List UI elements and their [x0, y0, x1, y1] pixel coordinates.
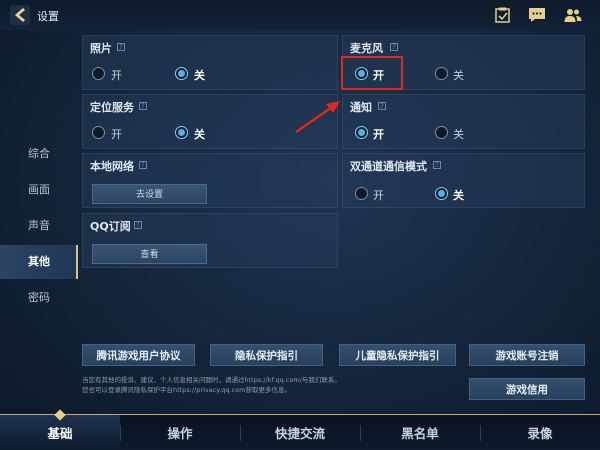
dual-channel-off-label: 关 — [453, 189, 464, 202]
settings-sidebar: 综合 画面 声音 其他 密码 — [0, 137, 78, 327]
photo-on-radio[interactable] — [92, 67, 105, 80]
friends-icon[interactable] — [564, 7, 582, 23]
qq-subscription-panel: QQ订阅 ? 查看 — [82, 213, 338, 268]
help-icon[interactable]: ? — [134, 221, 142, 229]
tab-replay[interactable]: 录像 — [480, 415, 600, 450]
notification-on-radio[interactable] — [355, 126, 368, 139]
local-network-settings-button[interactable]: 去设置 — [92, 184, 207, 204]
child-privacy-button[interactable]: 儿童隐私保护指引 — [339, 344, 456, 366]
microphone-title: 麦克风 — [350, 42, 383, 55]
bottom-tab-bar: 基础 操作 快捷交流 黑名单 录像 — [0, 409, 600, 450]
notice-line-2: 您也可以登录腾讯隐私保护平台https://privacy.qq.com获取更多… — [82, 386, 291, 394]
game-credit-button[interactable]: 游戏信用 — [469, 378, 585, 400]
sidebar-item-other[interactable]: 其他 — [0, 245, 78, 279]
dual-channel-off-radio[interactable] — [435, 187, 448, 200]
notice-line-1: 当您有其他的投诉、建议、个人信息相关问题时，请通过https://kf.qq.c… — [82, 376, 341, 384]
user-agreement-button[interactable]: 腾讯游戏用户协议 — [82, 344, 195, 366]
privacy-notice: 当您有其他的投诉、建议、个人信息相关问题时，请通过https://kf.qq.c… — [82, 375, 462, 395]
help-icon[interactable]: ? — [433, 161, 441, 169]
tab-quick-chat[interactable]: 快捷交流 — [240, 415, 360, 450]
sidebar-item-sound[interactable]: 声音 — [0, 209, 78, 243]
page-title: 设置 — [37, 10, 59, 23]
microphone-off-radio[interactable] — [435, 67, 448, 80]
dual-channel-on-radio[interactable] — [355, 187, 368, 200]
notification-title: 通知 — [350, 101, 372, 114]
dual-channel-title: 双通道通信模式 — [350, 160, 427, 173]
privacy-guide-button[interactable]: 隐私保护指引 — [210, 344, 323, 366]
photo-off-radio[interactable] — [175, 67, 188, 80]
pointer-arrow-icon — [295, 101, 340, 133]
location-on-label: 开 — [111, 128, 122, 141]
sidebar-item-general[interactable]: 综合 — [0, 137, 78, 171]
local-network-title: 本地网络 — [90, 160, 134, 173]
notification-off-radio[interactable] — [435, 126, 448, 139]
location-off-label: 关 — [194, 128, 205, 141]
tab-controls[interactable]: 操作 — [120, 415, 240, 450]
photo-title: 照片 — [90, 42, 112, 55]
help-icon[interactable]: ? — [390, 43, 398, 51]
qq-subscription-view-button[interactable]: 查看 — [92, 244, 207, 264]
top-bar: 设置 — [0, 0, 600, 30]
local-network-panel: 本地网络 ? 去设置 — [82, 153, 338, 208]
dual-channel-panel: 双通道通信模式 ? 开 关 — [342, 153, 585, 208]
back-arrow-icon[interactable] — [10, 5, 30, 25]
location-title: 定位服务 — [90, 101, 134, 114]
sidebar-item-graphics[interactable]: 画面 — [0, 173, 78, 207]
tab-blacklist[interactable]: 黑名单 — [360, 415, 480, 450]
checklist-icon[interactable] — [494, 7, 512, 23]
help-icon[interactable]: ? — [139, 102, 147, 110]
dual-channel-on-label: 开 — [373, 189, 384, 202]
help-icon[interactable]: ? — [139, 161, 147, 169]
notification-off-label: 关 — [453, 128, 464, 141]
microphone-off-label: 关 — [453, 69, 464, 82]
notification-on-label: 开 — [373, 128, 384, 141]
photo-on-label: 开 — [111, 69, 122, 82]
photo-off-label: 关 — [194, 69, 205, 82]
account-cancel-button[interactable]: 游戏账号注销 — [469, 344, 585, 366]
location-on-radio[interactable] — [92, 126, 105, 139]
help-icon[interactable]: ? — [117, 43, 125, 51]
highlight-box — [341, 56, 403, 90]
help-icon[interactable]: ? — [378, 102, 386, 110]
qq-subscription-title: QQ订阅 — [90, 220, 131, 233]
chat-icon[interactable] — [528, 7, 546, 23]
location-off-radio[interactable] — [175, 126, 188, 139]
notification-panel: 通知 ? 开 关 — [342, 94, 585, 149]
photo-panel: 照片 ? 开 关 — [82, 35, 338, 90]
sidebar-item-password[interactable]: 密码 — [0, 281, 78, 315]
